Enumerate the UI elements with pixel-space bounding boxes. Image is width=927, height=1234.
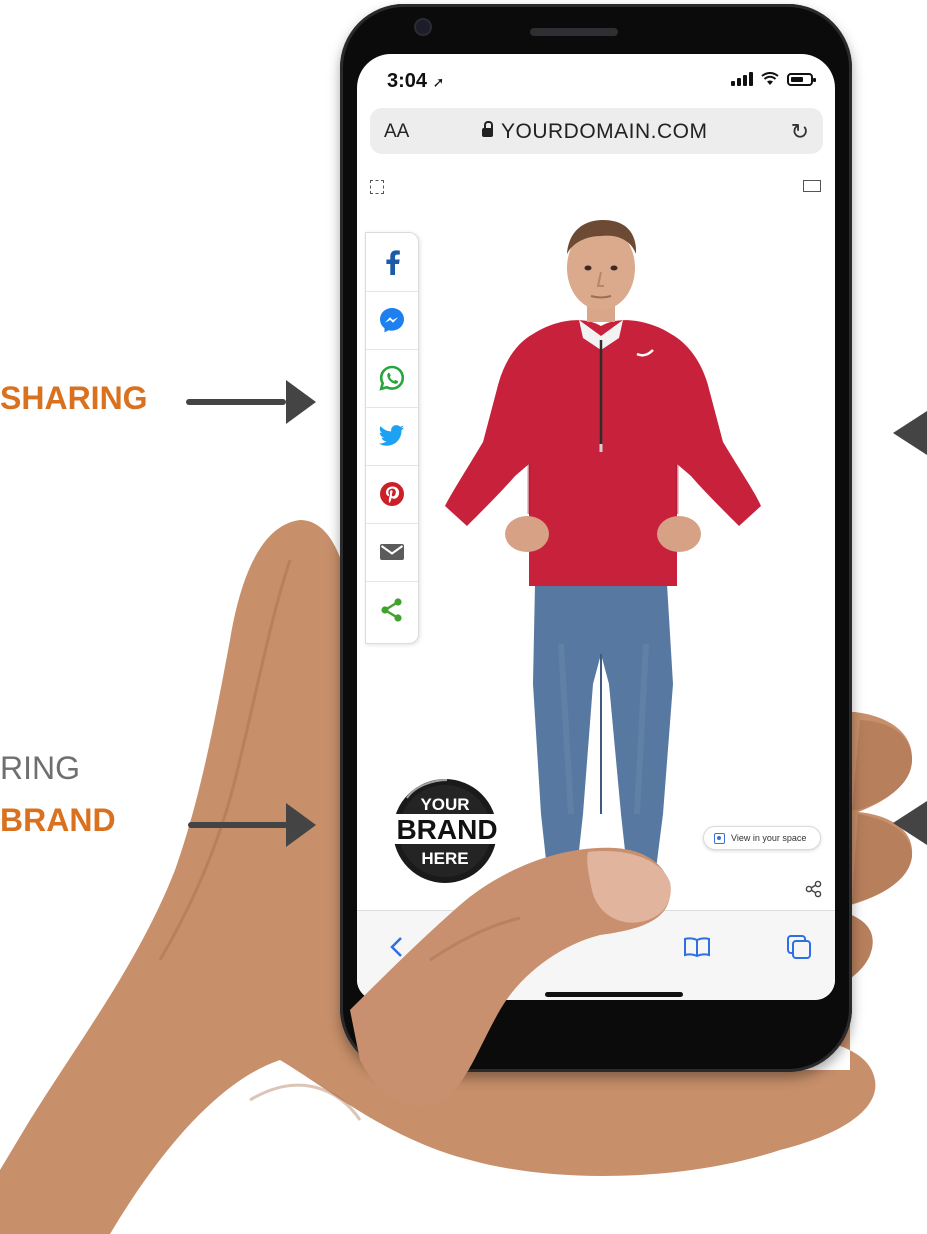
status-bar: 3:04 ➚ <box>357 54 835 104</box>
address-bar[interactable]: AA YOURDOMAIN.COM ↻ <box>370 108 823 154</box>
brand-line1: YOUR <box>420 795 469 814</box>
twitter-icon <box>378 425 404 446</box>
battery-icon <box>787 72 816 86</box>
url-display[interactable]: YOURDOMAIN.COM <box>482 120 708 144</box>
callout-brand-line2: BRAND <box>0 804 116 836</box>
wifi-icon <box>761 72 779 85</box>
arrow-right-bottom-icon <box>893 801 927 845</box>
callout-sharing-text: SHARING <box>0 380 148 416</box>
share-whatsapp-button[interactable] <box>366 349 418 408</box>
email-icon <box>380 544 404 560</box>
fullscreen-icon[interactable] <box>370 180 384 194</box>
url-text: YOURDOMAIN.COM <box>501 120 708 143</box>
callout-brand-line1-text: RING <box>0 750 80 786</box>
share-facebook-button[interactable] <box>366 233 418 292</box>
browser-toolbar <box>357 910 835 1000</box>
front-camera-icon <box>416 20 430 34</box>
arrow-right-top-icon <box>893 411 927 455</box>
speaker-grille <box>530 28 618 36</box>
share-email-button[interactable] <box>366 523 418 582</box>
view-in-your-space-button[interactable]: View in your space <box>703 826 821 850</box>
view-in-your-space-label: View in your space <box>731 833 807 843</box>
facebook-icon <box>386 250 400 275</box>
reload-icon[interactable]: ↻ <box>791 119 809 145</box>
status-time: 3:04 ➚ <box>387 70 444 93</box>
text-size-button[interactable]: AA <box>384 121 409 143</box>
brand-line3: HERE <box>421 849 468 868</box>
frame-toggle-icon[interactable] <box>803 180 821 192</box>
arrow-brand-head-icon <box>286 803 316 847</box>
share-messenger-button[interactable] <box>366 291 418 350</box>
arrow-sharing-line <box>186 399 286 405</box>
messenger-icon <box>380 308 404 333</box>
status-time-text: 3:04 <box>387 70 428 92</box>
location-arrow-icon: ➚ <box>432 74 445 90</box>
signal-icon <box>731 72 753 86</box>
pinterest-icon <box>380 482 404 506</box>
whatsapp-icon <box>379 365 405 391</box>
brand-line2: BRAND <box>396 814 497 845</box>
callout-brand-line1: RING <box>0 752 80 784</box>
brand-logo-badge: YOUR BRAND HERE <box>389 779 505 883</box>
model-share-icon[interactable] <box>805 880 823 898</box>
arrow-sharing-head-icon <box>286 380 316 424</box>
share-more-button[interactable] <box>366 581 418 639</box>
bookmarks-icon[interactable] <box>682 935 712 959</box>
home-indicator <box>545 992 683 997</box>
status-icons <box>731 72 816 86</box>
lock-icon <box>482 121 493 137</box>
back-icon[interactable] <box>387 935 407 959</box>
social-share-bar <box>365 232 419 644</box>
phone-screen: 3:04 ➚ AA YOURDOMAIN.COM ↻ YOUR BRAND HE… <box>357 54 835 1000</box>
callout-brand-line2-text: BRAND <box>0 802 116 838</box>
callout-sharing: SHARING <box>0 382 148 414</box>
arrow-brand-line <box>188 822 288 828</box>
share-icon <box>381 598 402 622</box>
text-size-label: AA <box>384 121 410 142</box>
ar-view-icon <box>714 832 725 844</box>
share-pinterest-button[interactable] <box>366 465 418 524</box>
tabs-icon[interactable] <box>785 933 813 961</box>
share-twitter-button[interactable] <box>366 407 418 466</box>
